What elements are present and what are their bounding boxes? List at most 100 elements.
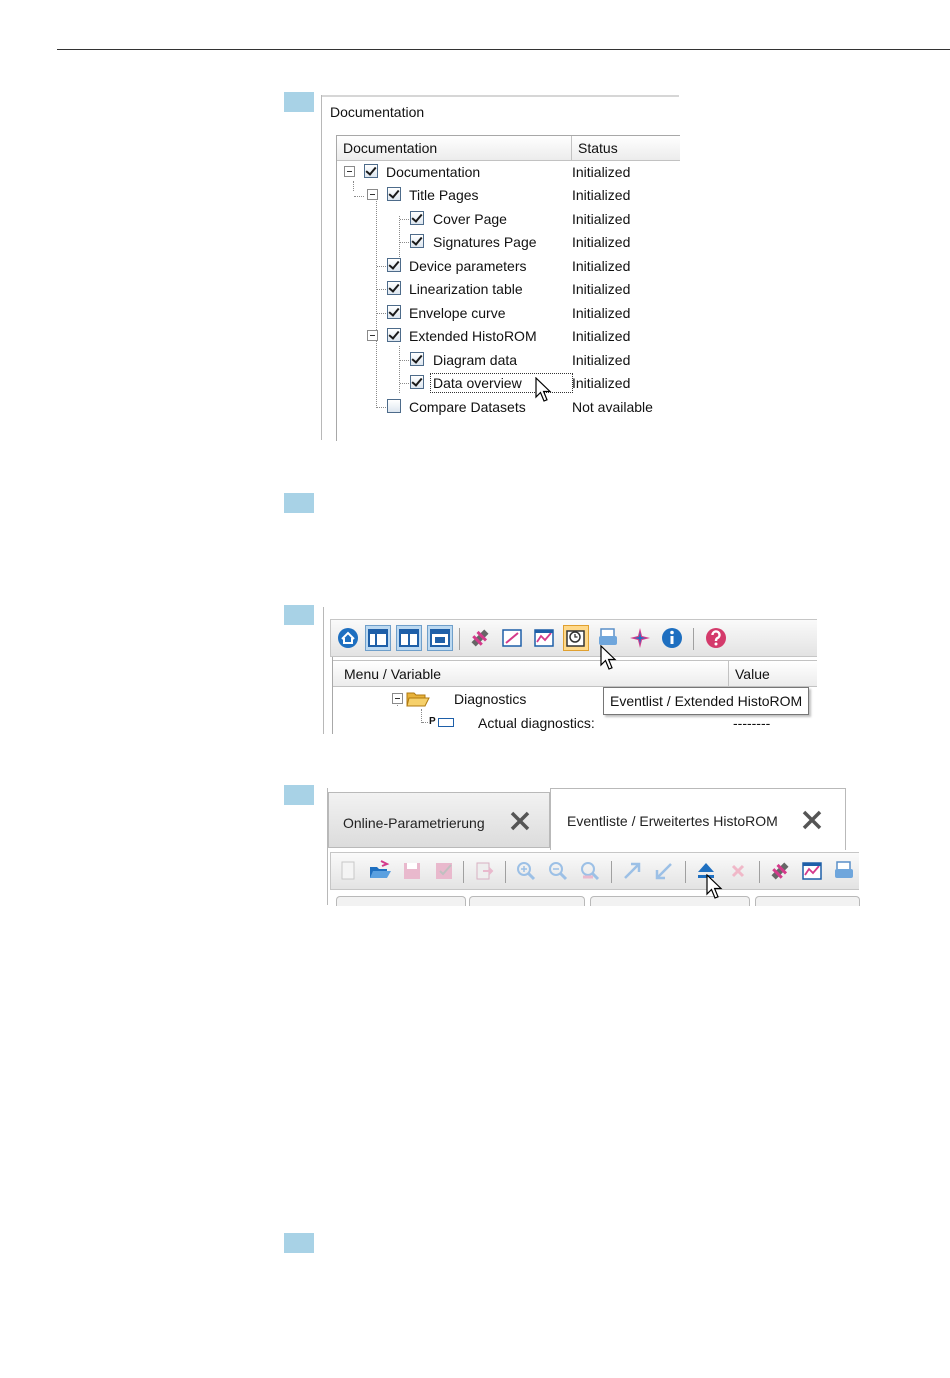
- tab-label: Online-Parametrierung: [343, 815, 485, 831]
- sub-tab[interactable]: [336, 896, 466, 906]
- column-header-documentation[interactable]: Documentation: [343, 140, 437, 156]
- tree-row-diagram-data[interactable]: Diagram data Initialized: [337, 349, 680, 371]
- layout-3-button[interactable]: [427, 625, 453, 651]
- step-marker-4: [284, 785, 314, 805]
- checkbox-linearization-table[interactable]: [387, 281, 401, 295]
- tab-eventliste-historom[interactable]: Eventliste / Erweitertes HistoROM: [550, 788, 846, 850]
- toolbar-separator: [611, 861, 612, 883]
- column-header-value[interactable]: Value: [735, 666, 770, 682]
- help-button[interactable]: [703, 625, 729, 651]
- tooltip: Eventlist / Extended HistoROM: [603, 687, 810, 715]
- sub-tab[interactable]: [590, 896, 750, 906]
- tree-row-diagnostics[interactable]: Diagnostics: [454, 691, 526, 707]
- info-icon: [662, 628, 682, 648]
- tree-label: Linearization table: [409, 281, 523, 297]
- layout-2-button[interactable]: [396, 625, 422, 651]
- tree-row-title-pages[interactable]: Title Pages Initialized: [337, 184, 680, 206]
- tree-line: [377, 407, 386, 408]
- tree-row-envelope-curve[interactable]: Envelope curve Initialized: [337, 302, 680, 324]
- tree-status: Initialized: [572, 352, 631, 368]
- open-icon: [370, 860, 391, 878]
- save-as-button[interactable]: [431, 858, 457, 884]
- tree-row-linearization-table[interactable]: Linearization table Initialized: [337, 278, 680, 300]
- collapse-toggle-icon[interactable]: [392, 693, 403, 704]
- tree-status: Initialized: [572, 305, 631, 321]
- tree-label: Signatures Page: [433, 234, 537, 250]
- magic-wand-icon: [630, 628, 650, 648]
- checkbox-compare-datasets[interactable]: [387, 399, 401, 413]
- tree-row-extended-historom[interactable]: Extended HistoROM Initialized: [337, 325, 680, 347]
- export-button[interactable]: [471, 858, 497, 884]
- tree-row-signatures-page[interactable]: Signatures Page Initialized: [337, 231, 680, 253]
- column-separator[interactable]: [728, 661, 729, 686]
- zoom-out-button[interactable]: [545, 858, 571, 884]
- layout-1-button[interactable]: [365, 625, 391, 651]
- open-button[interactable]: [367, 858, 393, 884]
- step-marker-1: [284, 92, 314, 112]
- tree-label: Data overview: [433, 375, 522, 391]
- checkbox-title-pages[interactable]: [387, 187, 401, 201]
- tree-label: Extended HistoROM: [409, 328, 537, 344]
- tree-line: [377, 313, 386, 314]
- tree-row-compare-datasets[interactable]: Compare Datasets Not available: [337, 396, 680, 418]
- column-separator[interactable]: [571, 136, 572, 160]
- close-icon[interactable]: [507, 808, 533, 834]
- tabbed-panel: Online-Parametrierung Eventliste / Erwei…: [327, 788, 860, 906]
- zoom-in-icon: [517, 862, 536, 881]
- print-icon: [835, 861, 853, 878]
- sub-tab[interactable]: [755, 896, 860, 906]
- tree-status: Initialized: [572, 375, 631, 391]
- parameter-marker: P: [429, 716, 436, 727]
- chart-edit-button[interactable]: [499, 625, 525, 651]
- tree-row-documentation[interactable]: Documentation Initialized: [337, 161, 680, 183]
- tab-online-parametrierung[interactable]: Online-Parametrierung: [328, 792, 550, 848]
- checkbox-diagram-data[interactable]: [410, 352, 424, 366]
- tree-row-data-overview[interactable]: Data overview Initialized: [337, 372, 680, 394]
- satellite-button[interactable]: [467, 625, 493, 651]
- column-header-status[interactable]: Status: [578, 140, 618, 156]
- checkbox-data-overview[interactable]: [410, 375, 424, 389]
- checkbox-envelope-curve[interactable]: [387, 305, 401, 319]
- close-icon[interactable]: [799, 807, 825, 833]
- tree-row-actual-diagnostics[interactable]: Actual diagnostics:: [478, 715, 595, 731]
- tree-line: [422, 722, 428, 723]
- envelope-chart-button[interactable]: [531, 625, 557, 651]
- home-button[interactable]: [335, 625, 361, 651]
- collapse-toggle-icon[interactable]: [367, 330, 378, 341]
- mouse-cursor-icon: [706, 874, 723, 899]
- expand-button[interactable]: [619, 858, 645, 884]
- checkbox-documentation[interactable]: [364, 164, 378, 178]
- tree-label: Cover Page: [433, 211, 507, 227]
- delete-button[interactable]: [725, 858, 751, 884]
- envelope-chart-icon: [534, 629, 554, 647]
- tree-row-cover-page[interactable]: Cover Page Initialized: [337, 208, 680, 230]
- collapse-toggle-icon[interactable]: [344, 166, 355, 177]
- info-button[interactable]: [659, 625, 685, 651]
- checkbox-device-parameters[interactable]: [387, 258, 401, 272]
- magic-wand-button[interactable]: [627, 625, 653, 651]
- print-button[interactable]: [831, 858, 857, 884]
- satellite-icon: [471, 629, 489, 647]
- help-icon: [706, 628, 726, 648]
- new-button[interactable]: [335, 858, 361, 884]
- documentation-tree[interactable]: Documentation Status Documentation Initi…: [336, 135, 680, 441]
- checkbox-cover-page[interactable]: [410, 211, 424, 225]
- checkbox-signatures-page[interactable]: [410, 234, 424, 248]
- chart-button[interactable]: [799, 858, 825, 884]
- collapse-toggle-icon[interactable]: [367, 189, 378, 200]
- column-header-menu-variable[interactable]: Menu / Variable: [344, 666, 441, 682]
- checkbox-extended-historom[interactable]: [387, 328, 401, 342]
- mouse-cursor-icon: [600, 645, 617, 670]
- zoom-reset-button[interactable]: [577, 858, 603, 884]
- satellite-icon: [771, 862, 789, 880]
- tree-label: Envelope curve: [409, 305, 506, 321]
- collapse-button[interactable]: [651, 858, 677, 884]
- sub-tab[interactable]: [469, 896, 585, 906]
- zoom-in-button[interactable]: [513, 858, 539, 884]
- save-button[interactable]: [399, 858, 425, 884]
- tree-row-device-parameters[interactable]: Device parameters Initialized: [337, 255, 680, 277]
- eventlist-historom-button[interactable]: [563, 625, 589, 651]
- step-marker-3: [284, 605, 314, 625]
- satellite-button[interactable]: [767, 858, 793, 884]
- zoom-reset-icon: [581, 862, 600, 881]
